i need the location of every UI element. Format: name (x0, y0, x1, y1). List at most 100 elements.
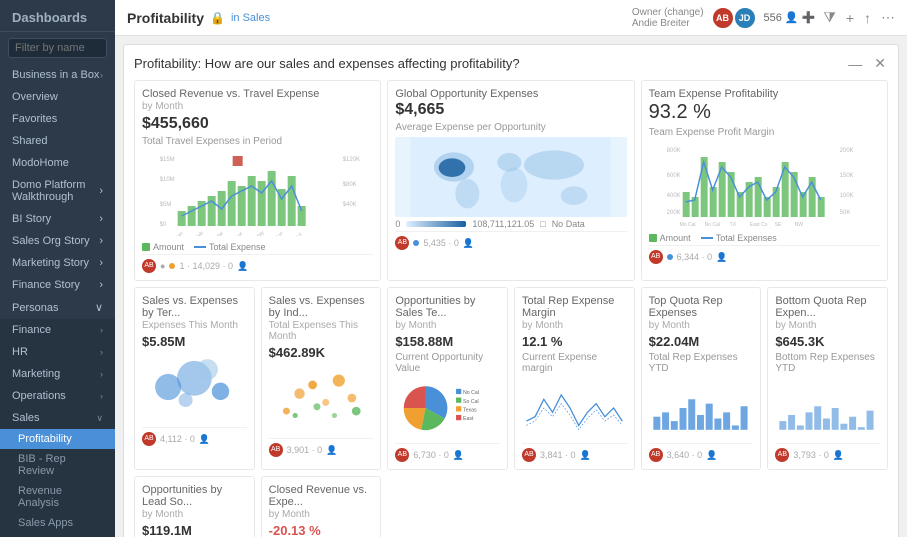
chevron-down-icon: ∨ (96, 413, 103, 424)
minimize-button[interactable]: — (846, 55, 864, 72)
chart-subtitle: by Month (649, 320, 754, 331)
avatar-sm: AB (269, 443, 283, 457)
sidebar-group-marketing-story[interactable]: Marketing Story › (0, 252, 115, 274)
chart-label: Total Travel Expenses in Period (142, 136, 373, 147)
sidebar-item-finance[interactable]: Finance › (0, 319, 115, 341)
personas-subgroup: Finance › HR › Marketing › Operations › … (0, 319, 115, 537)
sidebar-group-modohome[interactable]: ModoHome (0, 152, 115, 174)
sidebar-group-finance-story[interactable]: Finance Story › (0, 274, 115, 296)
svg-text:Mo Cal: Mo Cal (679, 222, 695, 227)
chevron-right-icon: › (99, 235, 103, 247)
sidebar-item-revenue-analysis[interactable]: Revenue Analysis (0, 481, 115, 513)
topbar-right: Owner (change) Andie Breiter AB JD 556 👤… (632, 7, 895, 29)
world-map-svg (395, 137, 626, 217)
chart-value: $645.3K (775, 334, 880, 349)
sidebar-item-shared[interactable]: Shared (0, 130, 115, 152)
dot-orange (169, 263, 175, 269)
person-icon-sm: 👤 (580, 450, 591, 461)
map-no-data-dot: □ (540, 219, 545, 229)
chart-subtitle: by Month (142, 101, 373, 112)
sidebar-search-input[interactable] (8, 38, 107, 58)
line-svg (522, 378, 627, 438)
chart-value: $119.1M (142, 523, 247, 537)
world-map (395, 137, 626, 217)
chart-opp-by-lead-source: Opportunities by Lead So... by Month $11… (134, 476, 255, 537)
filter-icon[interactable]: ⧩ (823, 9, 836, 26)
bar-top-quota-svg (649, 378, 754, 438)
sidebar-group-sales-org-story[interactable]: Sales Org Story › (0, 230, 115, 252)
svg-text:100K: 100K (839, 193, 853, 199)
scatter-svg (142, 352, 247, 422)
chart-title: Opportunities by Lead So... (142, 484, 247, 508)
sidebar-item-sales[interactable]: Sales ∨ (0, 407, 115, 429)
svg-text:$0: $0 (160, 222, 167, 228)
sidebar-item-profitability[interactable]: Profitability (0, 429, 115, 449)
dot-blue (413, 240, 419, 246)
sidebar-item-overview[interactable]: Overview (0, 86, 115, 108)
avatar-ab: AB (712, 7, 734, 29)
chart-value: $4,665 (395, 101, 626, 119)
sidebar-item-bib-rep-review[interactable]: BIB - Rep Review (0, 449, 115, 481)
chart-visualization: $15M $10M $5M $0 $120K $80K $40K (142, 151, 373, 252)
map-no-data-label: No Data (552, 219, 585, 229)
sidebar-group-bi-story[interactable]: BI Story › (0, 208, 115, 230)
chart-title: Team Expense Profitability (649, 88, 880, 100)
avatar-sm: AB (395, 448, 409, 462)
legend-color-expenses (701, 237, 713, 239)
svg-text:Mar: Mar (215, 230, 226, 236)
page-subtitle: in Sales (231, 12, 270, 24)
svg-text:Apr: Apr (235, 231, 245, 236)
person-icon-sm: 👤 (199, 434, 210, 445)
map-max: 108,711,121.05 (472, 219, 534, 229)
sidebar-item-operations[interactable]: Operations › (0, 385, 115, 407)
chart-subtitle: Total Expenses This Month (269, 320, 374, 342)
legend-color-expense (194, 246, 206, 248)
sidebar-item-favorites[interactable]: Favorites (0, 108, 115, 130)
owner-info: Owner (change) Andie Breiter (632, 7, 704, 29)
chart-title: Closed Revenue vs. Expe... (269, 484, 374, 508)
svg-text:East: East (463, 416, 474, 422)
chart-subtitle: by Month (522, 320, 627, 331)
chevron-right-icon: › (100, 347, 103, 357)
person-icon-sm: 👤 (716, 252, 727, 263)
sidebar-item-business-in-a-box[interactable]: Business in a Box › (0, 64, 115, 86)
owner-label[interactable]: Owner (change) (632, 7, 704, 18)
footer-stats: 3,841 · 0 (540, 450, 576, 460)
sidebar-item-marketing[interactable]: Marketing › (0, 363, 115, 385)
chart-total-rep-expense-margin: Total Rep Expense Margin by Month 12.1 %… (514, 287, 635, 470)
chart-value: $22.04M (649, 334, 754, 349)
svg-text:$40K: $40K (343, 202, 357, 208)
chart-legend: Amount Total Expense (142, 242, 373, 252)
chart-label: Team Expense Profit Margin (649, 127, 880, 138)
svg-text:$120K: $120K (343, 157, 360, 163)
avatar-sm: AB (142, 259, 156, 273)
plus-icon[interactable]: + (846, 10, 854, 26)
chart-footer: AB 5,435 · 0 👤 (395, 231, 626, 250)
person-icon-sm: 👤 (706, 450, 717, 461)
footer-stats: 5,435 · 0 (423, 238, 459, 248)
footer-stats: 3,793 · 0 (793, 450, 829, 460)
sidebar-item-hr[interactable]: HR › (0, 341, 115, 363)
sidebar-item-sales-personas[interactable]: Sales Personas (0, 533, 115, 537)
svg-text:No Cal: No Cal (463, 390, 479, 396)
chart-subtitle: by Month (142, 509, 247, 520)
chart-footer: AB ● 1 · 14,029 · 0 👤 (142, 254, 373, 273)
legend-amount: Amount (142, 242, 184, 252)
avatar-jd: JD (734, 7, 756, 29)
chart-subtitle: by Month (269, 509, 374, 520)
sidebar-group-domo-platform[interactable]: Domo Platform Walkthrough › (0, 174, 115, 208)
more-icon[interactable]: ⋯ (881, 9, 895, 26)
share-icon[interactable]: ↑ (864, 10, 871, 26)
team-expense-svg: 800K 600K 400K 200K 200K 150K 100K 50K (649, 142, 880, 227)
close-button[interactable]: ✕ (872, 55, 888, 72)
sidebar-group-personas[interactable]: Personas ∨ (0, 296, 115, 319)
avatar-sm: AB (649, 250, 663, 264)
sidebar-item-sales-apps[interactable]: Sales Apps (0, 513, 115, 533)
chart-closed-revenue-travel: Closed Revenue vs. Travel Expense by Mon… (134, 80, 381, 281)
svg-text:East Co: East Co (749, 222, 767, 227)
chart-subtitle: by Month (775, 320, 880, 331)
svg-text:Feb: Feb (195, 230, 205, 236)
footer-stats: 6,344 · 0 (677, 252, 713, 262)
chart-closed-revenue-vs-exp: Closed Revenue vs. Expe... by Month -20.… (261, 476, 382, 537)
svg-text:200K: 200K (666, 210, 680, 216)
